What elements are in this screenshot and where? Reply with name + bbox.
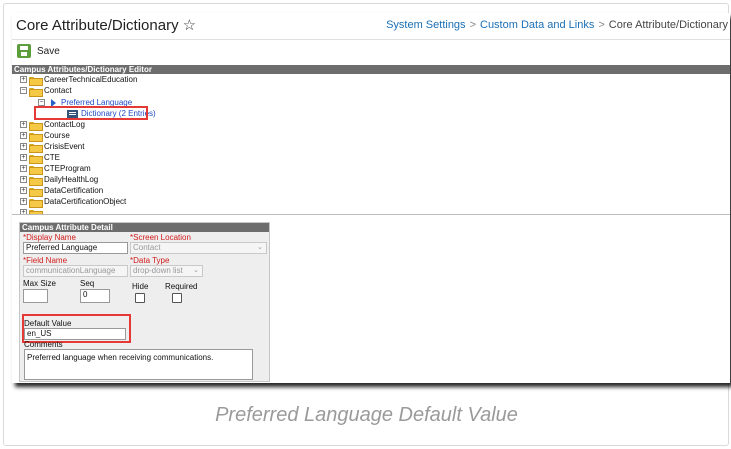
screen-location-select[interactable]: Contact ⌄ <box>130 242 267 254</box>
action-bar: Save <box>12 41 730 63</box>
expand-icon[interactable]: + <box>20 176 27 183</box>
tree-item-label: CareerTechnicalEducation <box>44 75 138 84</box>
display-name-label: *Display Name <box>23 233 76 242</box>
comments-label: Comments <box>24 340 63 349</box>
expand-icon[interactable]: + <box>20 198 27 205</box>
highlight-box <box>22 314 131 343</box>
tree-item-label: Course <box>44 131 70 140</box>
save-button[interactable]: Save <box>17 44 60 58</box>
screen-location-label: *Screen Location <box>130 233 191 242</box>
screen-location-value: Contact <box>133 243 161 252</box>
tree-item-dailyhealthlog[interactable]: + DailyHealthLog <box>20 175 99 186</box>
expand-icon[interactable]: + <box>20 143 27 150</box>
breadcrumb: System Settings > Custom Data and Links > Co… <box>386 19 728 31</box>
tree-item-label: DataCertificationObject <box>44 197 127 206</box>
collapse-icon[interactable]: − <box>38 99 45 106</box>
expand-icon[interactable]: + <box>20 76 27 83</box>
expand-icon[interactable]: + <box>20 154 27 161</box>
required-checkbox[interactable] <box>172 293 182 303</box>
expand-icon[interactable]: + <box>20 187 27 194</box>
folder-icon <box>29 132 43 142</box>
max-size-label: Max Size <box>23 279 56 288</box>
chevron-down-icon: ⌄ <box>257 244 263 251</box>
save-label: Save <box>37 45 60 57</box>
page-title-text: Core Attribute/Dictionary <box>16 17 179 34</box>
tree-item-cte[interactable]: + CTE <box>20 153 60 164</box>
folder-icon <box>29 165 43 175</box>
expand-icon[interactable]: + <box>20 165 27 172</box>
breadcrumb-system-settings[interactable]: System Settings <box>386 19 465 31</box>
tree-item-datacertificationobject[interactable]: + DataCertificationObject <box>20 197 127 208</box>
page-header: Core Attribute/Dictionary ☆ System Settin… <box>12 13 730 40</box>
data-type-select[interactable]: drop-down list ⌄ <box>130 265 203 277</box>
folder-icon <box>29 187 43 197</box>
chevron-right-icon: > <box>469 19 476 31</box>
data-type-value: drop-down list <box>133 266 183 275</box>
folder-icon <box>29 143 43 153</box>
tree-item-careertechnicaleducation[interactable]: + CareerTechnicalEducation <box>20 75 138 86</box>
chevron-right-icon: > <box>598 19 605 31</box>
tree-item-cteprogram[interactable]: + CTEProgram <box>20 164 91 175</box>
tree-item-partial[interactable]: + <box>20 208 44 214</box>
tree-item-label: CTEProgram <box>44 164 91 173</box>
seq-input[interactable]: 0 <box>80 289 110 303</box>
seq-label: Seq <box>80 279 95 288</box>
data-type-label: *Data Type <box>130 256 170 265</box>
tree-item-course[interactable]: + Course <box>20 131 70 142</box>
field-name-label: *Field Name <box>23 256 68 265</box>
folder-icon <box>29 76 43 86</box>
attribute-detail-panel: Campus Attribute Detail *Display Name *S… <box>19 222 270 382</box>
required-label: Required <box>165 282 198 291</box>
tree-item-crisisevent[interactable]: + CrisisEvent <box>20 142 85 153</box>
article-figure: Core Attribute/Dictionary ☆ System Settin… <box>3 3 730 446</box>
tree-panel-title: Campus Attributes/Dictionary Editor <box>12 65 730 74</box>
tree-item-label: Contact <box>44 86 72 95</box>
breadcrumb-custom-data[interactable]: Custom Data and Links <box>480 19 594 31</box>
folder-icon <box>29 154 43 164</box>
tree-item-label: DataCertification <box>44 186 104 195</box>
max-size-input[interactable] <box>23 289 48 303</box>
star-icon[interactable]: ☆ <box>183 16 196 34</box>
page-title: Core Attribute/Dictionary ☆ <box>16 16 196 34</box>
display-name-input[interactable]: Preferred Language <box>23 242 128 254</box>
folder-icon <box>29 87 43 97</box>
detail-panel-title: Campus Attribute Detail <box>20 223 269 232</box>
breadcrumb-current: Core Attribute/Dictionary <box>608 19 728 31</box>
attribute-tree: + CareerTechnicalEducation − Contact − Pref… <box>12 74 730 215</box>
tree-item-contactlog[interactable]: + ContactLog <box>20 120 85 131</box>
field-name-input[interactable]: communicationLanguage <box>23 265 128 277</box>
tree-item-label: DailyHealthLog <box>44 175 99 184</box>
collapse-icon[interactable]: − <box>20 87 27 94</box>
figure-caption: Preferred Language Default Value <box>215 404 518 426</box>
tree-item-label: CrisisEvent <box>44 142 85 151</box>
expand-icon[interactable]: + <box>20 132 27 139</box>
comments-textarea[interactable]: Preferred language when receiving commun… <box>24 349 253 380</box>
folder-icon <box>29 176 43 186</box>
tree-item-label: CTE <box>44 153 60 162</box>
chevron-down-icon: ⌄ <box>193 267 199 274</box>
folder-icon <box>29 209 43 214</box>
hide-checkbox[interactable] <box>135 293 145 303</box>
tree-item-datacertification[interactable]: + DataCertification <box>20 186 104 197</box>
hide-label: Hide <box>132 282 149 291</box>
expand-icon[interactable]: + <box>20 209 27 214</box>
screenshot: Core Attribute/Dictionary ☆ System Settin… <box>12 13 730 383</box>
tree-item-label: ContactLog <box>44 120 85 129</box>
folder-icon <box>29 121 43 131</box>
tree-item-contact[interactable]: − Contact <box>20 86 72 97</box>
highlight-box <box>34 106 148 120</box>
expand-icon[interactable]: + <box>20 121 27 128</box>
folder-icon <box>29 198 43 208</box>
save-icon <box>17 44 31 58</box>
